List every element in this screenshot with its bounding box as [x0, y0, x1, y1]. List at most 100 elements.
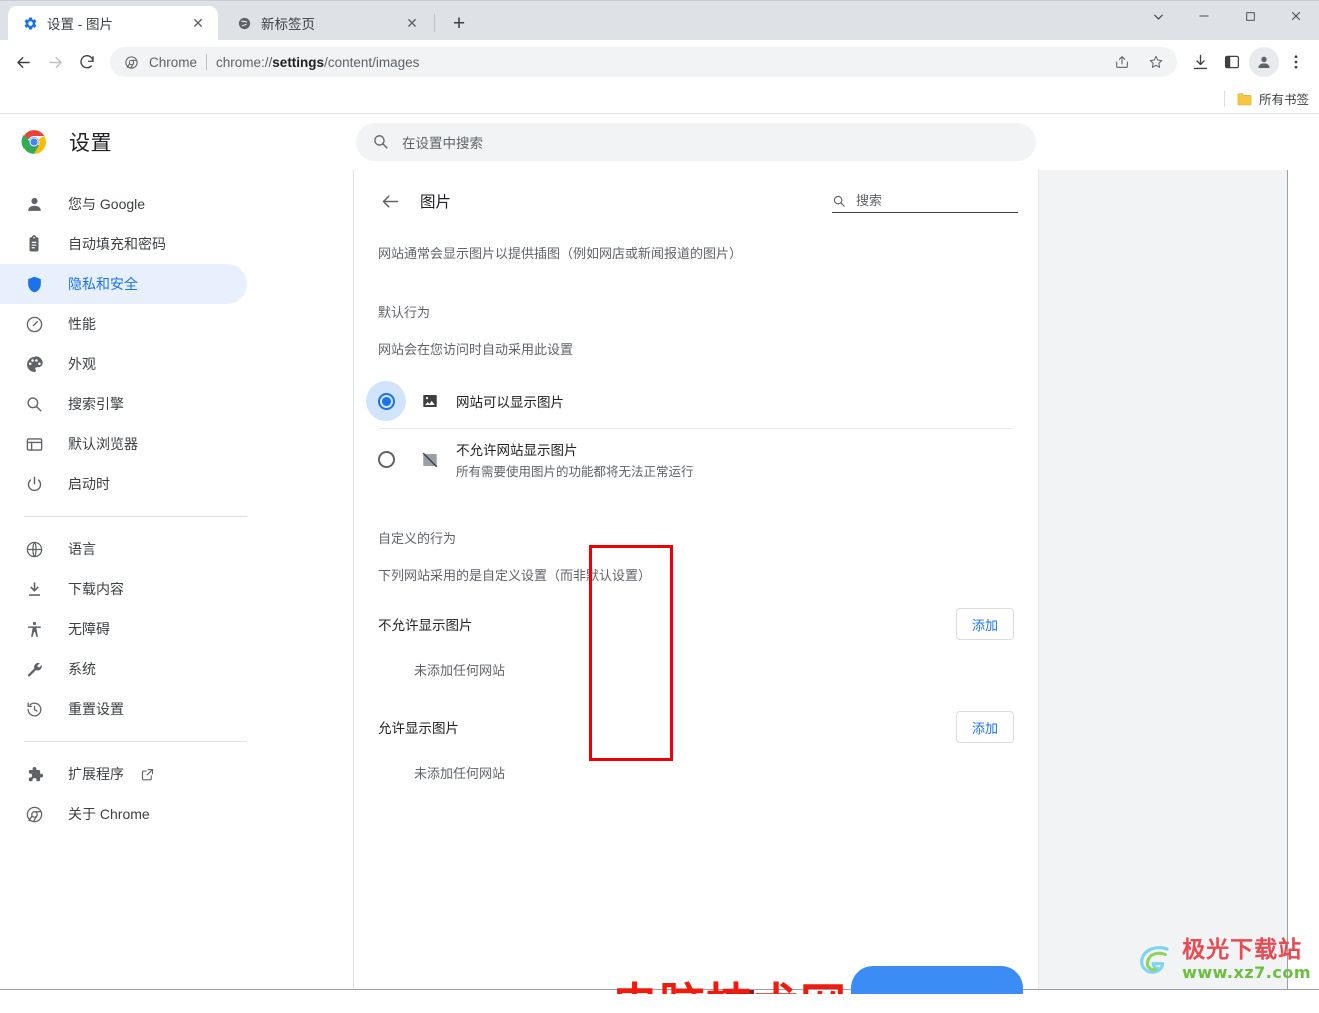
inline-search-input[interactable]: 搜索	[832, 190, 1018, 213]
tab-strip: 设置 - 图片 ✕ 新标签页 ✕ +	[0, 0, 1319, 40]
tab-search-chevron-down-icon[interactable]	[1135, 0, 1181, 32]
new-tab-button[interactable]: +	[445, 9, 473, 37]
images-settings-card: 图片 搜索 网站通常会显示图片以提供插图（例如网店或新闻报道的图片） 默认行为 …	[354, 170, 1038, 994]
sidebar-item-label: 性能	[68, 316, 96, 332]
chrome-logo-icon	[122, 53, 140, 71]
radio-option-block-images[interactable]: 不允许网站显示图片 所有需要使用图片的功能都将无法正常运行	[377, 428, 1014, 490]
default-behavior-label: 默认行为	[378, 305, 431, 320]
sidebar-item-extensions[interactable]: 扩展程序	[0, 754, 247, 794]
custom-behavior-label: 自定义的行为	[378, 531, 457, 546]
all-bookmarks-label[interactable]: 所有书签	[1259, 89, 1309, 108]
sidebar-item-label: 扩展程序	[68, 766, 124, 782]
sidebar-item-label: 默认浏览器	[68, 436, 138, 452]
subpage-header: 图片 搜索	[354, 170, 1038, 232]
page-title: 设置	[69, 132, 112, 155]
history-restore-icon	[24, 699, 44, 719]
page-right-gutter	[1287, 170, 1319, 994]
sidebar-item-system[interactable]: 系统	[0, 649, 247, 689]
inline-search-placeholder: 搜索	[856, 192, 883, 208]
external-link-icon	[140, 767, 155, 782]
sidebar-item-languages[interactable]: 语言	[0, 529, 247, 569]
images-description: 网站通常会显示图片以提供插图（例如网店或新闻报道的图片）	[378, 246, 743, 261]
settings-body: 您与 Google 自动填充和密码 隐私和安全 性能 外观 搜索引擎 默认浏览器…	[0, 170, 1319, 994]
url-bold: settings	[272, 54, 325, 70]
close-button[interactable]	[1273, 0, 1319, 32]
tab-settings[interactable]: 设置 - 图片 ✕	[8, 6, 218, 40]
chrome-logo-icon	[21, 129, 47, 155]
empty-state-label: 未添加任何网站	[414, 766, 506, 781]
add-button-block[interactable]: 添加	[955, 608, 1014, 640]
tab-separator	[434, 14, 435, 32]
card-body: 网站通常会显示图片以提供插图（例如网店或新闻报道的图片） 默认行为 网站会在您访…	[354, 244, 1038, 790]
maximize-button[interactable]	[1227, 0, 1273, 32]
settings-main-area: 图片 搜索 网站通常会显示图片以提供插图（例如网店或新闻报道的图片） 默认行为 …	[354, 170, 1319, 994]
speedometer-icon	[24, 314, 44, 334]
sidebar-item-accessibility[interactable]: 无障碍	[0, 609, 247, 649]
globe-icon	[236, 15, 252, 31]
sidebar-item-you-and-google[interactable]: 您与 Google	[0, 184, 247, 224]
radio-button-allow[interactable]	[366, 381, 406, 421]
close-icon[interactable]: ✕	[402, 13, 422, 33]
chrome-logo-icon	[24, 804, 44, 824]
sidebar-item-label: 外观	[68, 356, 96, 372]
radio-button-block[interactable]	[366, 440, 406, 480]
sidebar-item-privacy-and-security[interactable]: 隐私和安全	[0, 264, 247, 304]
sidebar-item-search-engine[interactable]: 搜索引擎	[0, 384, 247, 424]
sidebar-divider	[24, 741, 247, 742]
radio-option-title: 不允许网站显示图片	[456, 443, 578, 458]
sidebar-item-autofill[interactable]: 自动填充和密码	[0, 224, 247, 264]
default-behavior-sublabel: 网站会在您访问时自动采用此设置	[378, 342, 574, 357]
radio-option-desc: 所有需要使用图片的功能都将无法正常运行	[456, 465, 694, 479]
back-icon[interactable]	[8, 47, 38, 77]
sidebar-item-default-browser[interactable]: 默认浏览器	[0, 424, 247, 464]
tab-title: 新标签页	[261, 17, 315, 32]
browser-window: 设置 - 图片 ✕ 新标签页 ✕ + Chrome chrome://setti…	[0, 0, 1319, 1013]
share-icon[interactable]	[1107, 47, 1137, 77]
sidebar-item-label: 重置设置	[68, 701, 124, 717]
radio-option-title: 网站可以显示图片	[456, 395, 564, 410]
sidebar-item-on-startup[interactable]: 启动时	[0, 464, 247, 504]
sidebar-item-downloads[interactable]: 下载内容	[0, 569, 247, 609]
sidebar-item-label: 自动填充和密码	[68, 236, 166, 252]
url-suffix: /content/images	[324, 54, 420, 70]
sidebar-item-performance[interactable]: 性能	[0, 304, 247, 344]
close-icon[interactable]: ✕	[188, 13, 208, 33]
sidebar-item-label: 启动时	[68, 476, 110, 492]
forward-icon[interactable]	[40, 47, 70, 77]
image-icon	[420, 391, 440, 411]
side-panel-icon[interactable]	[1217, 47, 1247, 77]
star-icon[interactable]	[1141, 47, 1171, 77]
puzzle-icon	[24, 764, 44, 784]
profile-avatar-icon[interactable]	[1249, 47, 1279, 77]
back-arrow-icon[interactable]	[378, 189, 402, 213]
download-icon[interactable]	[1185, 47, 1215, 77]
omnibox-divider	[206, 54, 208, 70]
reload-icon[interactable]	[72, 47, 102, 77]
three-dot-menu-icon[interactable]	[1281, 47, 1311, 77]
minimize-button[interactable]	[1181, 0, 1227, 32]
settings-search-input[interactable]: 在设置中搜索	[356, 123, 1036, 161]
permission-group-block: 不允许显示图片 添加 未添加任何网站	[378, 596, 1014, 687]
settings-header: 设置 在设置中搜索	[0, 114, 1319, 170]
shield-icon	[24, 274, 44, 294]
browser-toolbar: Chrome chrome://settings/content/images	[0, 40, 1319, 84]
radio-option-allow-images[interactable]: 网站可以显示图片	[366, 374, 1014, 428]
globe-icon	[24, 539, 44, 559]
permission-group-allow: 允许显示图片 添加 未添加任何网站	[378, 699, 1014, 790]
sidebar-item-reset-settings[interactable]: 重置设置	[0, 689, 247, 729]
settings-gear-icon	[22, 15, 38, 31]
sidebar-item-label: 下载内容	[68, 581, 124, 597]
download-icon	[24, 579, 44, 599]
sidebar-item-appearance[interactable]: 外观	[0, 344, 247, 384]
sidebar-item-label: 隐私和安全	[68, 276, 138, 292]
power-icon	[24, 474, 44, 494]
tab-newtab[interactable]: 新标签页 ✕	[222, 6, 432, 40]
sidebar-item-about-chrome[interactable]: 关于 Chrome	[0, 794, 247, 834]
address-bar[interactable]: Chrome chrome://settings/content/images	[110, 47, 1177, 77]
sidebar-item-label: 您与 Google	[68, 196, 146, 212]
settings-page: 设置 在设置中搜索 您与 Google 自动填充和密码 隐私和安全 性能 外观 …	[0, 114, 1319, 994]
bottom-red-marker	[726, 990, 754, 994]
add-button-allow[interactable]: 添加	[955, 711, 1014, 743]
custom-behavior-sublabel: 下列网站采用的是自定义设置（而非默认设置）	[378, 568, 652, 583]
permission-group-header: 允许显示图片 添加	[378, 699, 1014, 755]
